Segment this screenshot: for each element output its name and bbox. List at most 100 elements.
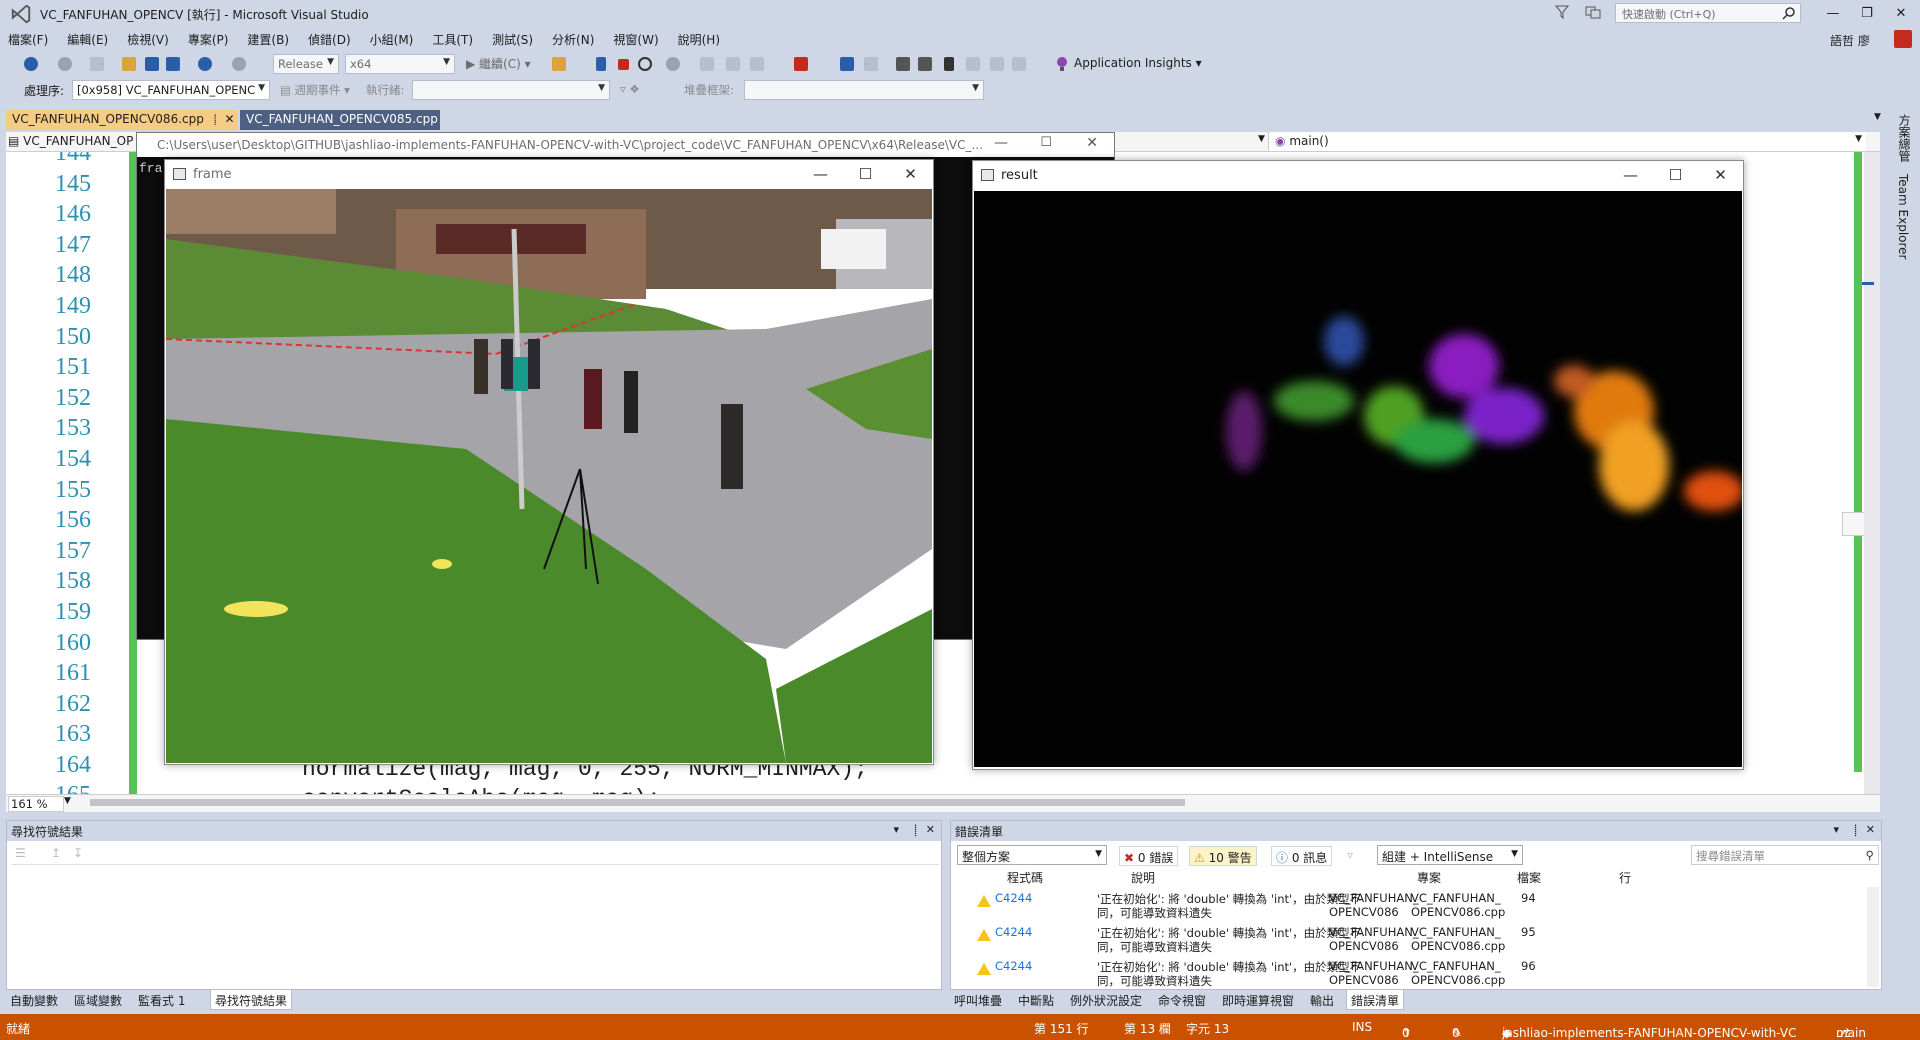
- menu-build[interactable]: 建置(B): [247, 31, 289, 48]
- dropdown-icon[interactable]: ▾: [1833, 823, 1839, 836]
- thread-select[interactable]: ▼: [412, 80, 610, 100]
- menu-project[interactable]: 專案(P): [188, 31, 229, 48]
- error-list-row[interactable]: C4244 '正在初始化': 將 'double' 轉換為 'int'，由於類型不…: [951, 889, 1881, 923]
- bottom-tab[interactable]: 尋找符號結果: [210, 990, 293, 1010]
- chevron-down-icon[interactable]: ▼: [64, 796, 71, 806]
- bottom-tab[interactable]: 中斷點: [1014, 990, 1058, 1010]
- maximize-button[interactable]: ☐: [1040, 135, 1052, 150]
- list-icon[interactable]: ☰: [15, 846, 26, 860]
- step-over-icon[interactable]: [726, 57, 740, 71]
- zoom-level-select[interactable]: 161 %: [8, 796, 64, 812]
- column-file[interactable]: 檔案: [1517, 869, 1541, 886]
- solution-explorer-tab[interactable]: 方案總管: [1896, 114, 1913, 162]
- close-button[interactable]: ✕: [1698, 161, 1743, 190]
- menu-edit[interactable]: 編輯(E): [67, 31, 108, 48]
- error-list-row[interactable]: C4244 '正在初始化': 將 'double' 轉換為 'int'，由於類型不…: [951, 957, 1881, 991]
- lifecycle-events-button[interactable]: ▤ 週期事件 ▾: [280, 82, 350, 98]
- bottom-tab[interactable]: 錯誤清單: [1346, 990, 1405, 1010]
- new-project-icon[interactable]: [90, 57, 104, 71]
- error-search-input[interactable]: 搜尋錯誤清單 ⚲: [1691, 845, 1879, 865]
- close-icon[interactable]: ✕: [1866, 823, 1875, 836]
- pin-icon[interactable]: ⸽: [214, 115, 217, 126]
- close-button[interactable]: ✕: [1886, 3, 1916, 25]
- process-select[interactable]: [0x958] VC_FANFUHAN_OPENC ▼: [72, 80, 270, 100]
- chevron-down-icon[interactable]: ▼: [1258, 134, 1265, 144]
- pin-icon[interactable]: ⸽: [1854, 823, 1857, 838]
- bottom-tab[interactable]: 呼叫堆疊: [950, 990, 1006, 1010]
- warnings-filter-button[interactable]: ⚠ 10 警告: [1189, 846, 1257, 866]
- bottom-tab[interactable]: 區域變數: [70, 990, 126, 1010]
- tab-opencv085[interactable]: VC_FANFUHAN_OPENCV085.cpp: [240, 110, 440, 130]
- configuration-select[interactable]: Release ▼: [273, 54, 339, 74]
- menu-file[interactable]: 檔案(F): [8, 31, 48, 48]
- prev-result-icon[interactable]: ↥: [51, 846, 61, 860]
- menu-help[interactable]: 說明(H): [678, 31, 720, 48]
- restore-button[interactable]: ❐: [1852, 3, 1882, 25]
- bottom-tab[interactable]: 輸出: [1306, 990, 1338, 1010]
- error-list-row[interactable]: C4244 '正在初始化': 將 'double' 轉換為 'int'，由於類型不…: [951, 923, 1881, 957]
- close-tab-icon[interactable]: ✕: [224, 112, 234, 126]
- menu-test[interactable]: 測試(S): [492, 31, 533, 48]
- comment-icon[interactable]: [896, 57, 910, 71]
- bottom-tab[interactable]: 自動變數: [6, 990, 62, 1010]
- forward-icon[interactable]: [58, 57, 72, 71]
- bottom-tab[interactable]: 監看式 1: [134, 990, 189, 1010]
- error-code-link[interactable]: C4244: [995, 891, 1032, 905]
- bottom-tab[interactable]: 命令視窗: [1154, 990, 1210, 1010]
- messages-filter-button[interactable]: ⓘ 0 訊息: [1271, 846, 1333, 866]
- column-description[interactable]: 說明: [1131, 869, 1155, 886]
- menu-tools[interactable]: 工具(T): [432, 31, 473, 48]
- dropdown-icon[interactable]: ▾: [893, 823, 899, 836]
- redo-icon[interactable]: [232, 57, 246, 71]
- project-dropdown[interactable]: ▤ VC_FANFUHAN_OP: [8, 134, 133, 148]
- maximize-button[interactable]: ☐: [843, 160, 888, 189]
- save-icon[interactable]: [145, 57, 159, 71]
- tab-opencv086[interactable]: VC_FANFUHAN_OPENCV086.cpp ⸽ ✕: [6, 110, 238, 130]
- thread-filter-icon[interactable]: ▿ ❖: [620, 82, 640, 96]
- close-button[interactable]: ✕: [888, 160, 933, 189]
- pause-icon[interactable]: [596, 57, 606, 71]
- menu-team[interactable]: 小組(M): [370, 31, 414, 48]
- build-source-select[interactable]: 組建 + IntelliSense ▼: [1377, 845, 1523, 865]
- vertical-scrollbar[interactable]: [1864, 152, 1880, 794]
- filter-icon[interactable]: ▿: [1347, 848, 1353, 862]
- menu-view[interactable]: 檢視(V): [127, 31, 169, 48]
- bookmark-icon[interactable]: [944, 57, 954, 71]
- notifications-icon[interactable]: [1585, 5, 1601, 19]
- next-result-icon[interactable]: ↧: [73, 846, 83, 860]
- restart-icon[interactable]: [638, 57, 652, 71]
- show-next-statement-icon[interactable]: [666, 57, 680, 71]
- errors-filter-button[interactable]: ✖ 0 錯誤: [1119, 846, 1179, 866]
- horizontal-scrollbar-thumb[interactable]: [90, 799, 1185, 806]
- minimize-button[interactable]: —: [798, 160, 843, 189]
- uncomment-icon[interactable]: [918, 57, 932, 71]
- clear-bookmarks-icon[interactable]: [1012, 57, 1026, 71]
- bottom-tab[interactable]: 即時運算視窗: [1218, 990, 1298, 1010]
- minimize-button[interactable]: —: [1818, 3, 1848, 25]
- function-dropdown[interactable]: ◉ main() ▼: [1268, 132, 1866, 151]
- error-list-scrollbar[interactable]: [1867, 887, 1879, 987]
- tab-overflow-icon[interactable]: ▼: [1874, 112, 1881, 122]
- undo-icon[interactable]: [198, 57, 212, 71]
- error-code-link[interactable]: C4244: [995, 925, 1032, 939]
- thread-icon[interactable]: [864, 57, 878, 71]
- frame-window[interactable]: frame — ☐ ✕: [164, 159, 934, 765]
- stack-frame-select[interactable]: ▼: [744, 80, 984, 100]
- scope-select[interactable]: 整個方案 ▼: [957, 845, 1107, 865]
- next-bookmark-icon[interactable]: [990, 57, 1004, 71]
- prev-bookmark-icon[interactable]: [966, 57, 980, 71]
- pin-icon[interactable]: ⸽: [914, 823, 917, 838]
- find-in-files-icon[interactable]: [552, 57, 566, 71]
- minimize-button[interactable]: —: [1608, 161, 1653, 190]
- search-icon[interactable]: [1782, 6, 1796, 20]
- menu-debug[interactable]: 偵錯(D): [308, 31, 351, 48]
- step-out-icon[interactable]: [750, 57, 764, 71]
- filter-icon[interactable]: [1555, 5, 1569, 19]
- error-code-link[interactable]: C4244: [995, 959, 1032, 973]
- application-insights-button[interactable]: Application Insights ▾: [1074, 56, 1202, 70]
- stop-icon[interactable]: [618, 59, 629, 70]
- minimize-button[interactable]: —: [994, 135, 1008, 151]
- save-all-icon[interactable]: [166, 57, 180, 71]
- menu-window[interactable]: 視窗(W): [613, 31, 658, 48]
- menu-analyze[interactable]: 分析(N): [552, 31, 594, 48]
